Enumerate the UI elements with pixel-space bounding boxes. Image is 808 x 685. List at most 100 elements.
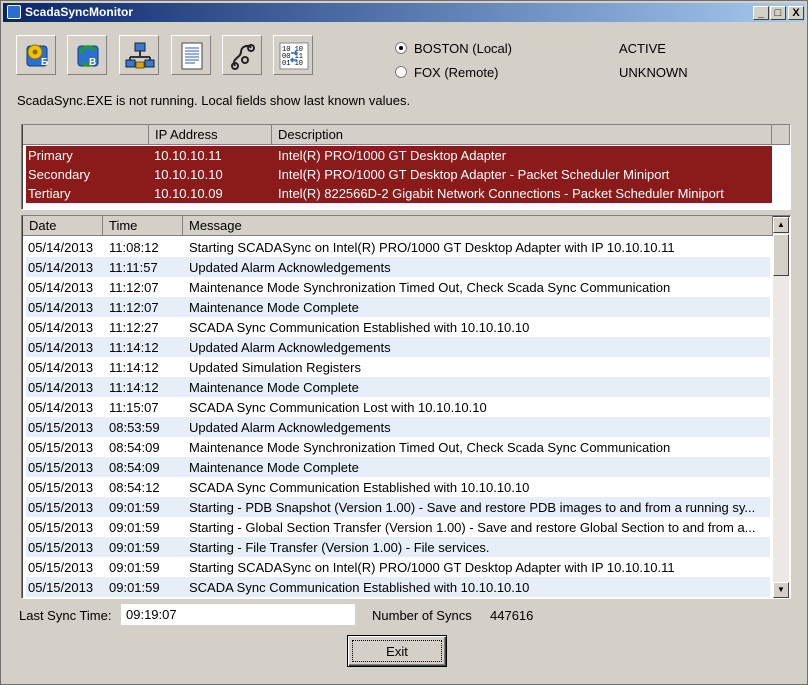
log-message: Maintenance Mode Complete (189, 300, 359, 315)
scroll-thumb[interactable] (773, 234, 789, 276)
adapter-row-primary[interactable]: Primary 10.10.10.11 Intel(R) PRO/1000 GT… (26, 146, 772, 165)
title-bar[interactable]: ScadaSyncMonitor _ □ X (3, 3, 805, 22)
site-boston-status: ACTIVE (619, 41, 666, 56)
log-time: 09:01:59 (109, 580, 160, 595)
log-time: 09:01:59 (109, 520, 160, 535)
log-scrollbar[interactable]: ▲ ▼ (773, 217, 789, 598)
log-date: 05/15/2013 (28, 440, 94, 455)
log-row[interactable]: 05/14/2013 11:15:07 SCADA Sync Communicati… (26, 397, 770, 417)
log-message: Starting - Global Section Transfer (Vers… (189, 520, 756, 535)
log-date: 05/14/2013 (28, 280, 94, 295)
network-button[interactable] (119, 35, 159, 75)
log-message: SCADA Sync Communication Established wit… (189, 480, 530, 495)
network-icon (125, 42, 155, 69)
log-row[interactable]: 05/14/2013 11:11:57 Updated Alarm Acknowle… (26, 257, 770, 277)
log-row[interactable]: 05/15/2013 09:01:59 Starting - File Transf… (26, 537, 770, 557)
log-time: 08:53:59 (109, 420, 160, 435)
log-date: 05/14/2013 (28, 240, 94, 255)
log-row[interactable]: 05/15/2013 08:53:59 Updated Alarm Acknowle… (26, 417, 770, 437)
log-header-message[interactable]: Message (183, 216, 773, 236)
log-date: 05/14/2013 (28, 320, 94, 335)
log-row[interactable]: 05/15/2013 09:01:59 Starting SCADASync on … (26, 557, 770, 577)
log-date: 05/15/2013 (28, 520, 94, 535)
log-message: Updated Alarm Acknowledgements (189, 260, 391, 275)
adapter-row-secondary[interactable]: Secondary 10.10.10.10 Intel(R) PRO/1000 … (26, 165, 772, 184)
sync-primary-button[interactable]: Б (16, 35, 56, 75)
adapter-name: Tertiary (28, 186, 71, 201)
sync-primary-icon: Б (26, 44, 48, 68)
status-notice: ScadaSync.EXE is not running. Local fiel… (17, 93, 411, 108)
log-time: 09:01:59 (109, 540, 160, 555)
document-button[interactable] (171, 35, 211, 75)
scada-sync-monitor-window: ScadaSyncMonitor _ □ X Б B 10 10 00 11 0… (0, 0, 808, 685)
scroll-down-button[interactable]: ▼ (773, 582, 789, 598)
log-time: 08:54:09 (109, 460, 160, 475)
log-time: 11:12:07 (109, 280, 159, 295)
log-message: SCADA Sync Communication Established wit… (189, 580, 530, 595)
log-message: Updated Alarm Acknowledgements (189, 420, 391, 435)
site-boston-label: BOSTON (Local) (414, 41, 513, 56)
log-time: 09:01:59 (109, 560, 160, 575)
log-date: 05/14/2013 (28, 400, 94, 415)
exit-button-label: Exit (352, 640, 442, 662)
exit-button[interactable]: Exit (347, 635, 447, 667)
log-row[interactable]: 05/15/2013 08:54:09 Maintenance Mode Synch… (26, 437, 770, 457)
log-row[interactable]: 05/14/2013 11:14:12 Updated Alarm Acknowle… (26, 337, 770, 357)
log-row[interactable]: 05/15/2013 08:54:09 Maintenance Mode Compl… (26, 457, 770, 477)
log-time: 11:14:12 (109, 340, 159, 355)
binary-data-button[interactable]: 10 10 00 11 01 10 (273, 35, 313, 75)
log-time: 11:14:12 (109, 380, 159, 395)
log-row[interactable]: 05/15/2013 09:01:59 Starting - Global Sect… (26, 517, 770, 537)
log-date: 05/15/2013 (28, 480, 94, 495)
log-time: 09:01:59 (109, 500, 160, 515)
adapter-header-ip[interactable]: IP Address (149, 125, 272, 145)
log-row[interactable]: 05/15/2013 09:01:59 Starting - PDB Snapsho… (26, 497, 770, 517)
maximize-button[interactable]: □ (770, 6, 786, 20)
log-time: 11:14:12 (109, 360, 159, 375)
log-row[interactable]: 05/15/2013 09:01:59 SCADA Sync Communicati… (26, 577, 770, 597)
adapter-ip: 10.10.10.10 (154, 167, 223, 182)
adapter-description: Intel(R) PRO/1000 GT Desktop Adapter - P… (278, 167, 670, 182)
log-message: SCADA Sync Communication Established wit… (189, 320, 530, 335)
log-message: Starting - PDB Snapshot (Version 1.00) -… (189, 500, 756, 515)
adapter-ip: 10.10.10.11 (154, 148, 222, 163)
adapter-header-description[interactable]: Description (272, 125, 772, 145)
close-button[interactable]: X (788, 6, 804, 20)
sync-secondary-icon: B (77, 45, 99, 68)
log-row[interactable]: 05/14/2013 11:12:07 Maintenance Mode Synch… (26, 277, 770, 297)
log-message: Updated Alarm Acknowledgements (189, 340, 391, 355)
scroll-up-button[interactable]: ▲ (773, 217, 789, 233)
log-row[interactable]: 05/14/2013 11:14:12 Maintenance Mode Compl… (26, 377, 770, 397)
log-date: 05/15/2013 (28, 540, 94, 555)
log-time: 11:15:07 (109, 400, 159, 415)
log-header-date[interactable]: Date (23, 216, 103, 236)
site-fox-status: UNKNOWN (619, 65, 688, 80)
minimize-button[interactable]: _ (753, 6, 769, 20)
connector-button[interactable] (222, 35, 262, 75)
log-message: Starting SCADASync on Intel(R) PRO/1000 … (189, 560, 675, 575)
log-date: 05/15/2013 (28, 420, 94, 435)
log-message: Maintenance Mode Synchronization Timed O… (189, 280, 671, 295)
log-header-time[interactable]: Time (103, 216, 183, 236)
last-sync-label: Last Sync Time: (19, 608, 112, 623)
log-row[interactable]: 05/14/2013 11:12:27 SCADA Sync Communicati… (26, 317, 770, 337)
svg-text:Б: Б (41, 57, 48, 68)
site-fox-label: FOX (Remote) (414, 65, 499, 80)
adapter-row-tertiary[interactable]: Tertiary 10.10.10.09 Intel(R) 822566D-2 … (26, 184, 772, 203)
log-date: 05/15/2013 (28, 560, 94, 575)
adapter-list[interactable]: IP Address Description Primary 10.10.10.… (21, 124, 791, 210)
log-row[interactable]: 05/14/2013 11:14:12 Updated Simulation Reg… (26, 357, 770, 377)
sync-secondary-button[interactable]: B (67, 35, 107, 75)
log-time: 11:12:07 (109, 300, 159, 315)
radio-button-checked[interactable] (395, 42, 407, 54)
log-row[interactable]: 05/14/2013 11:08:12 Starting SCADASync on … (26, 237, 770, 257)
log-date: 05/15/2013 (28, 500, 94, 515)
log-message: Updated Simulation Registers (189, 360, 361, 375)
log-row[interactable]: 05/15/2013 08:54:12 SCADA Sync Communicati… (26, 477, 770, 497)
adapter-name: Primary (28, 148, 73, 163)
adapter-name: Secondary (28, 167, 91, 182)
log-row[interactable]: 05/14/2013 11:12:07 Maintenance Mode Compl… (26, 297, 770, 317)
adapter-header-name[interactable] (23, 125, 149, 145)
message-log[interactable]: Date Time Message 05/14/2013 11:08:12 Star… (21, 215, 791, 599)
radio-button-unchecked[interactable] (395, 66, 407, 78)
